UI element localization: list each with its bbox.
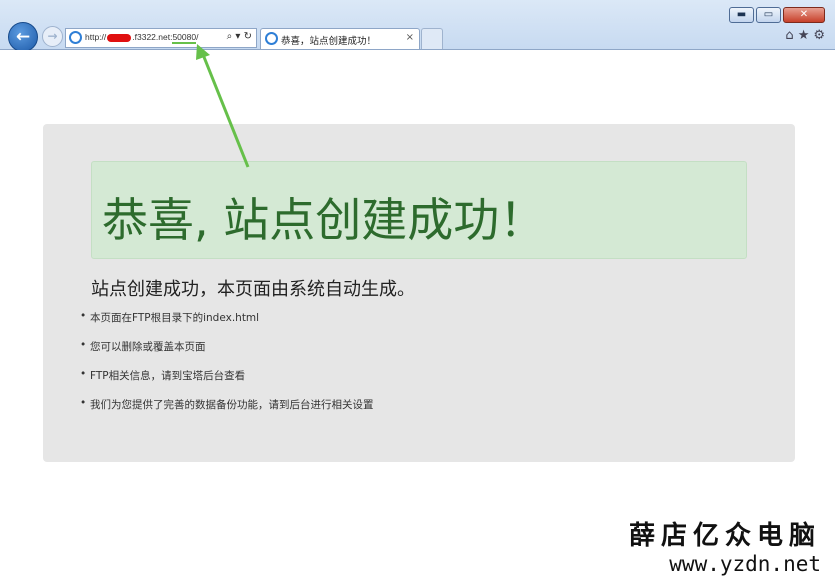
list-item: 我们为您提供了完善的数据备份功能，请到后台进行相关设置 xyxy=(80,397,374,426)
list-item: FTP相关信息，请到宝塔后台查看 xyxy=(80,368,374,397)
list-item: 本页面在FTP根目录下的index.html xyxy=(80,310,374,339)
tab-close-icon[interactable]: × xyxy=(406,32,414,43)
url-port: 50080 xyxy=(172,32,197,44)
watermark-name: 薛店亿众电脑 xyxy=(628,521,821,551)
browser-chrome: ▬ ▭ ✕ ← → http:// .f3322.net:50080/ ⌕ ▾ ↻… xyxy=(0,0,835,52)
list-item: 您可以删除或覆盖本页面 xyxy=(80,339,374,368)
back-button[interactable]: ← xyxy=(8,22,38,52)
url-prefix: http:// xyxy=(85,32,107,42)
url-domain: .f3322.net: xyxy=(132,32,173,42)
watermark-url: www.yzdn.net xyxy=(669,552,821,576)
forward-arrow-icon: → xyxy=(47,29,58,43)
address-tools-icon[interactable]: ⌕ ▾ ↻ xyxy=(227,31,252,42)
toolbar-icons: ⌂ ★ ⚙ xyxy=(781,28,825,43)
info-list: 本页面在FTP根目录下的index.html 您可以删除或覆盖本页面 FTP相关… xyxy=(80,310,374,426)
watermark: 薛店亿众电脑 www.yzdn.net xyxy=(629,515,821,576)
ie-favicon-icon xyxy=(69,31,82,44)
banner-title: 恭喜, 站点创建成功！ xyxy=(102,193,546,247)
success-banner: 恭喜, 站点创建成功！ xyxy=(91,161,747,259)
page-subtitle: 站点创建成功，本页面由系统自动生成。 xyxy=(91,279,415,300)
home-icon[interactable]: ⌂ xyxy=(785,28,793,43)
url-text[interactable]: http:// .f3322.net:50080/ xyxy=(85,32,199,44)
address-bar[interactable]: http:// .f3322.net:50080/ ⌕ ▾ ↻ xyxy=(65,28,257,48)
new-tab-button[interactable] xyxy=(421,28,443,49)
maximize-button[interactable]: ▭ xyxy=(756,7,781,23)
favorites-star-icon[interactable]: ★ xyxy=(798,28,810,43)
tab-favicon-icon xyxy=(265,32,278,45)
close-window-button[interactable]: ✕ xyxy=(783,7,825,23)
tab-active[interactable]: 恭喜，站点创建成功！ × xyxy=(260,28,420,49)
minimize-button[interactable]: ▬ xyxy=(729,7,754,23)
content-panel: 恭喜, 站点创建成功！ 站点创建成功，本页面由系统自动生成。 本页面在FTP根目… xyxy=(43,124,795,462)
settings-gear-icon[interactable]: ⚙ xyxy=(813,28,825,43)
close-icon: ✕ xyxy=(799,9,809,20)
window-controls: ▬ ▭ ✕ xyxy=(727,7,825,23)
minimize-icon: ▬ xyxy=(736,9,747,20)
back-arrow-icon: ← xyxy=(15,27,31,47)
tab-title: 恭喜，站点创建成功！ xyxy=(281,36,377,47)
forward-button[interactable]: → xyxy=(42,26,63,47)
page-content: 恭喜, 站点创建成功！ 站点创建成功，本页面由系统自动生成。 本页面在FTP根目… xyxy=(0,50,835,578)
maximize-icon: ▭ xyxy=(763,9,774,20)
redacted-hostname xyxy=(107,33,132,42)
url-suffix: / xyxy=(196,32,199,42)
